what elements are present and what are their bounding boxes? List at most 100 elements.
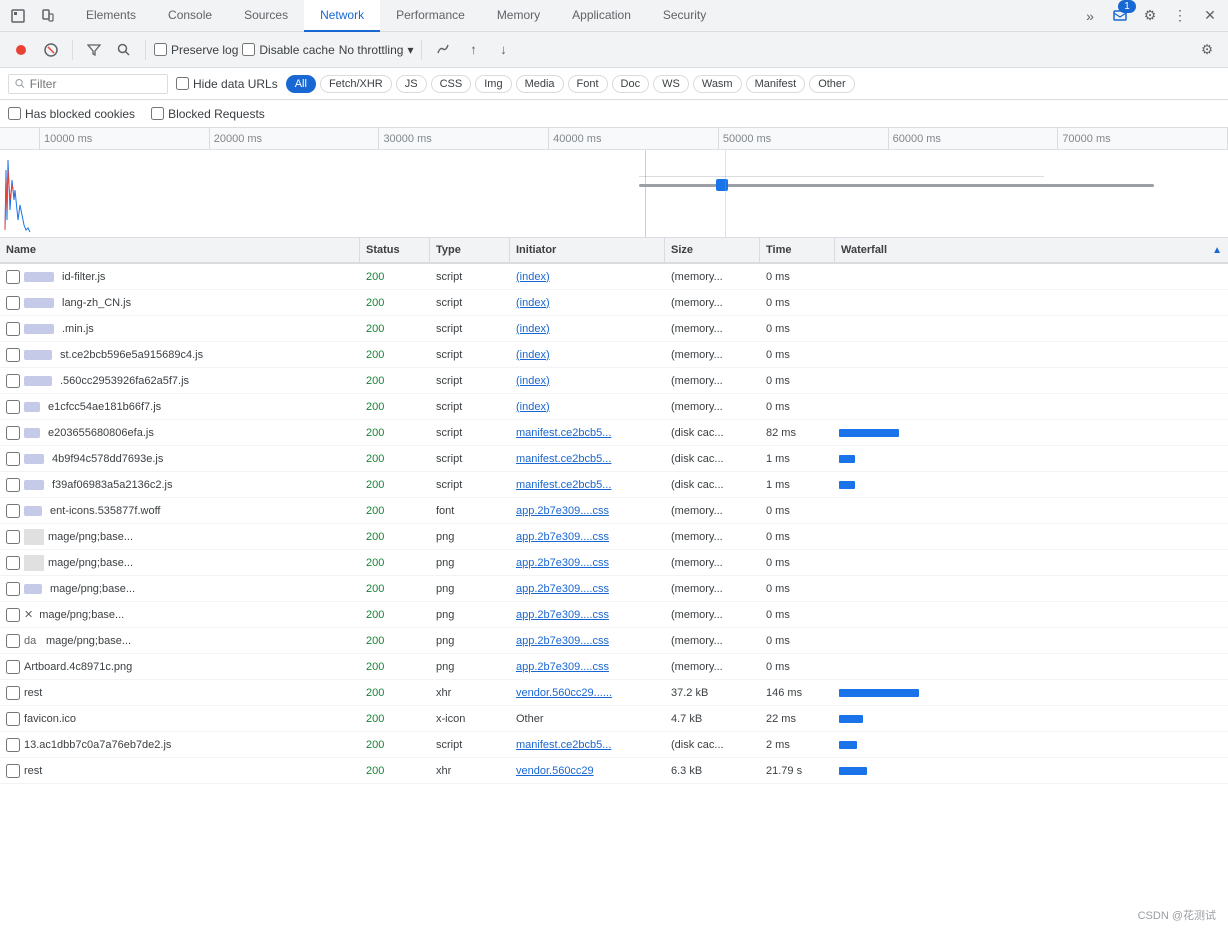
table-row[interactable]: .min.js 200 script (index) (memory... 0 … (0, 316, 1228, 342)
has-blocked-cookies-label[interactable]: Has blocked cookies (8, 107, 135, 121)
table-row[interactable]: da mage/png;base... 200 png app.2b7e309.… (0, 628, 1228, 654)
table-row[interactable]: 4b9f94c578dd7693e.js 200 script manifest… (0, 446, 1228, 472)
table-row[interactable]: rest 200 xhr vendor.560cc29 6.3 kB 21.79… (0, 758, 1228, 784)
row-checkbox[interactable] (6, 582, 20, 596)
stop-recording-button[interactable] (38, 37, 64, 63)
table-row[interactable]: ent-icons.535877f.woff 200 font app.2b7e… (0, 498, 1228, 524)
row-checkbox[interactable] (6, 400, 20, 414)
row-checkbox[interactable] (6, 660, 20, 674)
has-blocked-cookies-checkbox[interactable] (8, 107, 21, 120)
table-row[interactable]: .560cc2953926fa62a5f7.js 200 script (ind… (0, 368, 1228, 394)
row-checkbox[interactable] (6, 348, 20, 362)
td-name: .min.js (0, 316, 360, 341)
blocked-requests-label[interactable]: Blocked Requests (151, 107, 265, 121)
row-checkbox[interactable] (6, 452, 20, 466)
tab-security[interactable]: Security (647, 0, 722, 32)
message-button[interactable]: 1 (1106, 2, 1134, 30)
th-name[interactable]: Name (0, 238, 360, 262)
row-checkbox[interactable] (6, 530, 20, 544)
table-row[interactable]: favicon.ico 200 x-icon Other 4.7 kB 22 m… (0, 706, 1228, 732)
row-checkbox[interactable] (6, 504, 20, 518)
table-row[interactable]: id-filter.js 200 script (index) (memory.… (0, 264, 1228, 290)
row-checkbox[interactable] (6, 270, 20, 284)
hide-data-urls-label[interactable]: Hide data URLs (176, 77, 278, 91)
chip-wasm[interactable]: Wasm (693, 75, 742, 93)
td-time: 0 ms (760, 628, 835, 653)
td-status: 200 (360, 706, 430, 731)
row-checkbox[interactable] (6, 322, 20, 336)
row-checkbox[interactable] (6, 426, 20, 440)
preserve-log-label[interactable]: Preserve log (154, 43, 238, 57)
network-conditions-button[interactable] (430, 37, 456, 63)
th-status[interactable]: Status (360, 238, 430, 262)
table-row[interactable]: e1cfcc54ae181b66f7.js 200 script (index)… (0, 394, 1228, 420)
row-checkbox[interactable] (6, 556, 20, 570)
tab-sources[interactable]: Sources (228, 0, 304, 32)
chip-js[interactable]: JS (396, 75, 427, 93)
row-checkbox[interactable] (6, 686, 20, 700)
th-type[interactable]: Type (430, 238, 510, 262)
more-tabs-button[interactable]: » (1076, 2, 1104, 30)
row-checkbox[interactable] (6, 608, 20, 622)
table-row[interactable]: mage/png;base... 200 png app.2b7e309....… (0, 550, 1228, 576)
table-row[interactable]: 13.ac1dbb7c0a7a76eb7de2.js 200 script ma… (0, 732, 1228, 758)
search-button[interactable] (111, 37, 137, 63)
row-checkbox[interactable] (6, 478, 20, 492)
timeline-handle[interactable] (716, 179, 728, 191)
table-row[interactable]: Artboard.4c8971c.png 200 png app.2b7e309… (0, 654, 1228, 680)
chip-img[interactable]: Img (475, 75, 511, 93)
filter-button[interactable] (81, 37, 107, 63)
table-row[interactable]: f39af06983a5a2136c2.js 200 script manife… (0, 472, 1228, 498)
close-devtools-button[interactable]: ✕ (1196, 2, 1224, 30)
table-row[interactable]: e203655680806efa.js 200 script manifest.… (0, 420, 1228, 446)
throttle-select[interactable]: No throttling ▾ (339, 43, 414, 57)
table-row[interactable]: lang-zh_CN.js 200 script (index) (memory… (0, 290, 1228, 316)
table-row[interactable]: rest 200 xhr vendor.560cc29...... 37.2 k… (0, 680, 1228, 706)
td-name: ent-icons.535877f.woff (0, 498, 360, 523)
row-checkbox[interactable] (6, 374, 20, 388)
th-waterfall[interactable]: Waterfall ▲ (835, 238, 1228, 262)
settings-button[interactable]: ⚙ (1136, 2, 1164, 30)
tab-elements[interactable]: Elements (70, 0, 152, 32)
row-checkbox[interactable] (6, 712, 20, 726)
network-settings-button[interactable]: ⚙ (1194, 37, 1220, 63)
record-button[interactable] (8, 37, 34, 63)
device-toggle-icon[interactable] (34, 2, 62, 30)
tab-memory[interactable]: Memory (481, 0, 556, 32)
table-row[interactable]: mage/png;base... 200 png app.2b7e309....… (0, 576, 1228, 602)
chip-fetch-xhr[interactable]: Fetch/XHR (320, 75, 392, 93)
chip-media[interactable]: Media (516, 75, 564, 93)
row-checkbox[interactable] (6, 738, 20, 752)
table-row[interactable]: ✕ mage/png;base... 200 png app.2b7e309..… (0, 602, 1228, 628)
hide-data-urls-checkbox[interactable] (176, 77, 189, 90)
tab-application[interactable]: Application (556, 0, 647, 32)
chip-font[interactable]: Font (568, 75, 608, 93)
th-size[interactable]: Size (665, 238, 760, 262)
preserve-log-checkbox[interactable] (154, 43, 167, 56)
chip-ws[interactable]: WS (653, 75, 689, 93)
th-initiator[interactable]: Initiator (510, 238, 665, 262)
chip-doc[interactable]: Doc (612, 75, 650, 93)
chip-other[interactable]: Other (809, 75, 855, 93)
row-checkbox[interactable] (6, 764, 20, 778)
chip-css[interactable]: CSS (431, 75, 472, 93)
filter-input[interactable] (30, 77, 161, 91)
export-har-button[interactable]: ↓ (490, 37, 516, 63)
tab-performance[interactable]: Performance (380, 0, 481, 32)
tab-network[interactable]: Network (304, 0, 380, 32)
chip-manifest[interactable]: Manifest (746, 75, 806, 93)
table-row[interactable]: st.ce2bcb596e5a915689c4.js 200 script (i… (0, 342, 1228, 368)
more-options-button[interactable]: ⋮ (1166, 2, 1194, 30)
disable-cache-checkbox[interactable] (242, 43, 255, 56)
chip-all[interactable]: All (286, 75, 316, 93)
row-checkbox[interactable] (6, 634, 20, 648)
blocked-requests-checkbox[interactable] (151, 107, 164, 120)
import-har-button[interactable]: ↑ (460, 37, 486, 63)
ruler-tick-5: 50000 ms (719, 128, 889, 149)
row-checkbox[interactable] (6, 296, 20, 310)
tab-console[interactable]: Console (152, 0, 228, 32)
th-time[interactable]: Time (760, 238, 835, 262)
table-row[interactable]: mage/png;base... 200 png app.2b7e309....… (0, 524, 1228, 550)
disable-cache-label[interactable]: Disable cache (242, 43, 334, 57)
inspect-icon[interactable] (4, 2, 32, 30)
